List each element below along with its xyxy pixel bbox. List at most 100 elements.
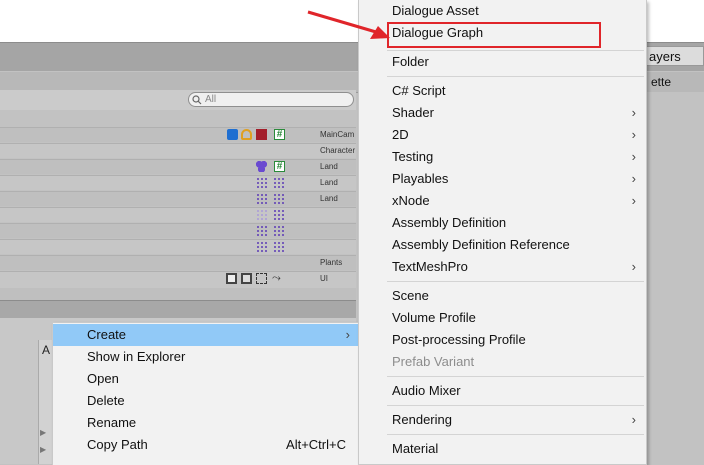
tilemap-icon	[256, 241, 267, 252]
canvas-icon	[226, 273, 237, 284]
menu-item-label: Dialogue Asset	[392, 3, 479, 18]
raycaster-icon: ⤳	[272, 272, 281, 284]
tilemap-icon	[256, 177, 267, 188]
layer-label: Land	[320, 178, 338, 187]
menu-item-label: Scene	[392, 288, 429, 303]
layer-label: Character	[320, 146, 356, 155]
hierarchy-row[interactable]: # Land	[0, 159, 356, 174]
menu-item-rendering[interactable]: Rendering ›	[359, 409, 646, 431]
menu-item-post-processing-profile[interactable]: Post-processing Profile	[359, 329, 646, 351]
submenu-arrow-icon: ›	[631, 127, 636, 142]
project-panel-bar	[0, 300, 356, 319]
script-icon: #	[274, 129, 285, 140]
hierarchy-row[interactable]	[0, 239, 356, 254]
menu-item-label: Testing	[392, 149, 434, 164]
group-icon	[256, 161, 267, 172]
search-icon	[192, 95, 202, 105]
menu-item-assembly-definition-reference[interactable]: Assembly Definition Reference	[359, 234, 646, 256]
layers-dropdown[interactable]: ayers	[640, 46, 704, 66]
hierarchy-row[interactable]: ⤳ UI	[0, 271, 356, 288]
menu-item-label: Show in Explorer	[87, 349, 186, 364]
menu-item-label: Delete	[87, 393, 125, 408]
menu-item-label: Post-processing Profile	[392, 332, 526, 347]
script-icon: #	[274, 161, 285, 172]
menu-item-label: Material	[392, 441, 439, 456]
tilemap-renderer-icon	[273, 177, 284, 188]
tab-palette[interactable]: ette	[643, 72, 704, 92]
menu-item-label: 2D	[392, 127, 409, 142]
menu-item-label: Folder	[392, 54, 429, 69]
inspector-area	[643, 92, 704, 464]
hierarchy-row[interactable]	[0, 223, 356, 238]
hierarchy-search-input[interactable]: All	[188, 92, 354, 107]
layer-label: Plants	[320, 258, 343, 267]
layer-label: MainCam	[320, 130, 355, 139]
submenu-arrow-icon: ›	[631, 412, 636, 427]
menu-item-label: Playables	[392, 171, 449, 186]
annotation-arrow-icon	[307, 10, 390, 39]
expand-arrow-icon[interactable]: ▶	[40, 445, 46, 454]
shortcut-label: Alt+Ctrl+C	[286, 437, 346, 452]
menu-item-label: Shader	[392, 105, 434, 120]
menu-item-label: Create	[87, 327, 127, 342]
tilemap-icon	[256, 209, 267, 220]
hierarchy-row[interactable]: # MainCam	[0, 127, 356, 142]
tilemap-renderer-icon	[273, 209, 284, 220]
submenu-arrow-icon: ›	[631, 149, 636, 164]
menu-item-label: TextMeshPro	[392, 259, 468, 274]
expand-arrow-icon[interactable]: ▶	[40, 428, 46, 437]
menu-item-csharp-script[interactable]: C# Script	[359, 80, 646, 102]
menu-item-playables[interactable]: Playables ›	[359, 168, 646, 190]
menu-separator	[387, 76, 644, 77]
menu-item-assembly-definition[interactable]: Assembly Definition	[359, 212, 646, 234]
tilemap-renderer-icon	[273, 241, 284, 252]
menu-item-2d[interactable]: 2D ›	[359, 124, 646, 146]
audio-listener-icon	[241, 129, 252, 140]
rect-transform-icon	[256, 273, 267, 284]
submenu-arrow-icon: ›	[631, 193, 636, 208]
submenu-arrow-icon: ›	[345, 327, 350, 342]
menu-separator	[387, 281, 644, 282]
menu-item-label: Audio Mixer	[392, 383, 461, 398]
layer-label: Land	[320, 162, 338, 171]
canvas-scaler-icon	[241, 273, 252, 284]
menu-item-material[interactable]: Material	[359, 438, 646, 460]
menu-item-label: Prefab Variant	[392, 354, 475, 369]
menu-item-rename[interactable]: Rename	[53, 412, 360, 434]
hierarchy-row[interactable]: Character	[0, 143, 356, 158]
assets-column-label: A	[42, 343, 51, 357]
menu-item-folder[interactable]: Folder	[359, 51, 646, 73]
submenu-arrow-icon: ›	[631, 105, 636, 120]
annotation-highlight-box	[387, 22, 601, 48]
menu-item-shader[interactable]: Shader ›	[359, 102, 646, 124]
menu-item-delete[interactable]: Delete	[53, 390, 360, 412]
hierarchy-row[interactable]: Land	[0, 175, 356, 190]
menu-item-label: Copy Path	[87, 437, 148, 452]
menu-item-label: Rename	[87, 415, 137, 430]
menu-item-textmeshpro[interactable]: TextMeshPro ›	[359, 256, 646, 278]
hierarchy-row[interactable]	[0, 207, 356, 222]
menu-item-label: Volume Profile	[392, 310, 476, 325]
menu-item-open[interactable]: Open	[53, 368, 360, 390]
tilemap-renderer-icon	[273, 193, 284, 204]
menu-item-volume-profile[interactable]: Volume Profile	[359, 307, 646, 329]
menu-item-dialogue-asset[interactable]: Dialogue Asset	[359, 0, 646, 22]
menu-separator	[387, 405, 644, 406]
menu-separator	[387, 376, 644, 377]
menu-item-audio-mixer[interactable]: Audio Mixer	[359, 380, 646, 402]
hierarchy-row[interactable]: Plants	[0, 255, 356, 270]
menu-item-copy-path[interactable]: Copy Path Alt+Ctrl+C	[53, 434, 360, 456]
menu-item-show-in-explorer[interactable]: Show in Explorer	[53, 346, 360, 368]
menu-item-label: Open	[87, 371, 119, 386]
menu-item-testing[interactable]: Testing ›	[359, 146, 646, 168]
menu-item-create[interactable]: Create ›	[53, 324, 360, 346]
camera-icon	[227, 129, 238, 140]
layer-label: UI	[320, 274, 328, 283]
menu-item-label: Assembly Definition	[392, 215, 507, 230]
context-menu: Create › Show in Explorer Open Delete Re…	[52, 322, 361, 465]
submenu-arrow-icon: ›	[631, 259, 636, 274]
hierarchy-row[interactable]: Land	[0, 191, 356, 206]
menu-item-xnode[interactable]: xNode ›	[359, 190, 646, 212]
menu-item-scene[interactable]: Scene	[359, 285, 646, 307]
menu-item-prefab-variant: Prefab Variant	[359, 351, 646, 373]
